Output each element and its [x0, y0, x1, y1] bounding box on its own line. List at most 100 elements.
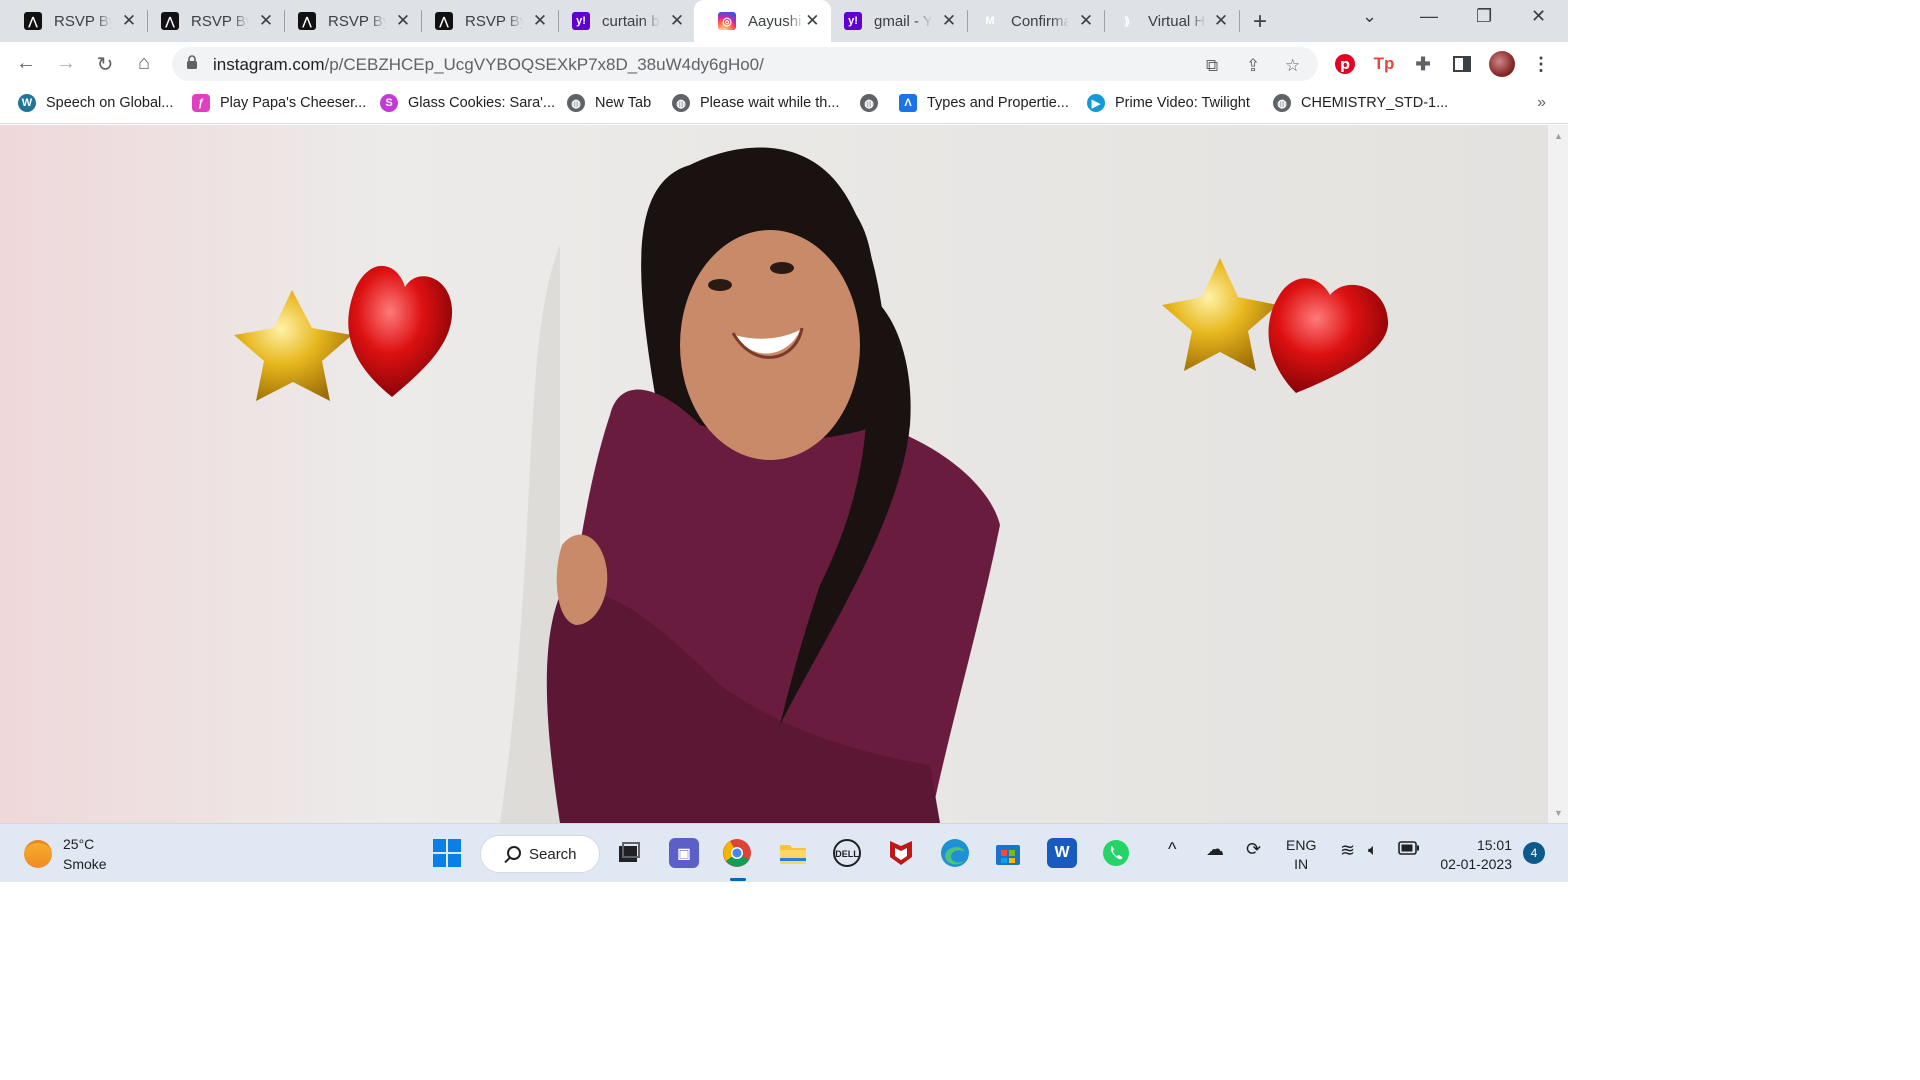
bookmark-new-tab[interactable]: ◍ New Tab: [567, 94, 651, 112]
notification-badge[interactable]: 4: [1523, 842, 1545, 864]
tab-rsvp-1[interactable]: ⋀ RSVP By ✕: [0, 0, 148, 42]
tab-search-chevron-icon[interactable]: ⌄: [1362, 6, 1377, 27]
new-tab-icon[interactable]: +: [1253, 8, 1267, 36]
bookmark-types[interactable]: Λ Types and Propertie...: [899, 94, 1069, 112]
tab-rsvp-4[interactable]: ⋀ RSVP By ✕: [411, 0, 559, 42]
sync-icon[interactable]: ⟳: [1246, 840, 1261, 859]
menu-kebab-icon[interactable]: ⋮: [1530, 53, 1552, 75]
bookmark-glass-cookies[interactable]: S Glass Cookies: Sara'...: [380, 94, 555, 112]
tp-extension-icon[interactable]: Tp: [1373, 53, 1395, 75]
taskbar-search[interactable]: Search: [480, 835, 600, 873]
back-arrow-icon[interactable]: ←: [14, 52, 38, 75]
close-icon[interactable]: ✕: [394, 11, 412, 31]
lock-icon[interactable]: [186, 55, 198, 69]
profile-avatar[interactable]: [1489, 51, 1515, 77]
wifi-icon[interactable]: ≋: [1340, 841, 1355, 860]
translate-icon[interactable]: ⧉: [1206, 56, 1218, 76]
tab-title: curtain b: [602, 12, 660, 30]
weather-desc: Smoke: [63, 856, 107, 872]
close-icon[interactable]: ✕: [940, 11, 958, 31]
a-icon: Λ: [899, 94, 917, 112]
instagram-post-photo[interactable]: [0, 125, 1548, 823]
reload-icon[interactable]: ↻: [93, 52, 117, 77]
teams-chat-icon[interactable]: ▣: [669, 838, 699, 868]
page-scrollbar[interactable]: ▲ ▼: [1548, 125, 1568, 823]
weather-widget[interactable]: 25°C Smoke: [24, 834, 107, 874]
tab-title: RSVP By: [465, 12, 523, 30]
bookmark-prime-video[interactable]: ▶ Prime Video: Twilight: [1087, 94, 1250, 112]
tab-confirmation[interactable]: M Confirma ✕: [957, 0, 1105, 42]
file-explorer-icon[interactable]: [778, 838, 808, 868]
globe-icon: ◍: [567, 94, 585, 112]
lang-code: ENG: [1286, 837, 1317, 853]
close-icon[interactable]: ✕: [804, 11, 821, 31]
bookmark-label: Play Papa's Cheeser...: [220, 95, 367, 111]
restore-icon[interactable]: ❐: [1476, 6, 1492, 27]
close-icon[interactable]: ✕: [668, 11, 686, 31]
tab-curtain[interactable]: y! curtain b ✕: [548, 0, 696, 42]
bookmark-please-wait[interactable]: ◍ Please wait while th...: [672, 94, 839, 112]
scroll-up-icon[interactable]: ▲: [1554, 131, 1563, 141]
tab-title: RSVP By: [54, 12, 112, 30]
svg-text:DELL: DELL: [835, 849, 859, 859]
forward-arrow-icon[interactable]: →: [54, 52, 78, 75]
dell-icon[interactable]: DELL: [832, 838, 862, 868]
clock[interactable]: 15:01 02-01-2023: [1436, 836, 1512, 874]
tab-rsvp-3[interactable]: ⋀ RSVP By ✕: [274, 0, 422, 42]
close-icon[interactable]: ✕: [1212, 11, 1230, 31]
mcafee-icon[interactable]: [886, 838, 916, 868]
region-code: IN: [1294, 856, 1309, 872]
window-close-icon[interactable]: ✕: [1531, 6, 1546, 27]
url-text[interactable]: instagram.com/p/CEBZHCEp_UcgVYBOQSEXkP7x…: [213, 55, 764, 75]
tab-aayushi[interactable]: ◎ Aayushi ✕: [694, 0, 831, 42]
language-indicator[interactable]: ENG IN: [1286, 836, 1316, 874]
bookmark-label: Prime Video: Twilight: [1115, 95, 1250, 111]
extensions-puzzle-icon[interactable]: ✚: [1412, 53, 1434, 75]
word-icon[interactable]: W: [1047, 838, 1077, 868]
volume-icon[interactable]: 🔈︎: [1368, 841, 1378, 860]
side-panel-icon[interactable]: [1451, 53, 1473, 75]
bookmark-label: Please wait while th...: [700, 95, 840, 111]
close-icon[interactable]: ✕: [120, 11, 138, 31]
pinterest-extension-icon[interactable]: p: [1334, 53, 1356, 75]
url-path: /p/CEBZHCEp_UcgVYBOQSEXkP7x8D_38uW4dy6gH…: [324, 55, 764, 74]
wordpress-icon: W: [18, 94, 36, 112]
windows-start-icon[interactable]: [432, 838, 462, 868]
minimize-icon[interactable]: —: [1420, 6, 1438, 27]
onedrive-cloud-icon[interactable]: ☁: [1206, 840, 1224, 859]
bookmark-papas[interactable]: ƒ Play Papa's Cheeser...: [192, 94, 366, 112]
yahoo-logo-icon: y!: [572, 12, 590, 30]
tab-virtual[interactable]: ⟫ Virtual H ✕: [1094, 0, 1240, 42]
chrome-icon[interactable]: [722, 838, 752, 868]
globe-icon: ◍: [1273, 94, 1291, 112]
bookmark-label: New Tab: [595, 95, 652, 111]
close-icon[interactable]: ✕: [1077, 11, 1095, 31]
bookmark-star-icon[interactable]: ☆: [1285, 56, 1300, 76]
task-view-icon[interactable]: [614, 838, 644, 868]
windows-taskbar: 25°C Smoke Search ▣ DELL W ^ ☁ ⟳ ENG IN ≋…: [0, 823, 1568, 882]
close-icon[interactable]: ✕: [531, 11, 549, 31]
whatsapp-icon[interactable]: [1101, 838, 1131, 868]
globe-icon: ◍: [860, 94, 878, 112]
bookmark-untitled[interactable]: ◍: [860, 94, 888, 112]
battery-icon[interactable]: [1398, 841, 1420, 860]
bookmark-label: Speech on Global...: [46, 95, 174, 111]
bookmarks-bar: W Speech on Global... ƒ Play Papa's Chee…: [0, 86, 1568, 124]
microsoft-store-icon[interactable]: [993, 838, 1023, 868]
edge-icon[interactable]: [940, 838, 970, 868]
show-hidden-icons-chevron-icon[interactable]: ^: [1168, 840, 1176, 859]
bookmark-speech[interactable]: W Speech on Global...: [18, 94, 173, 112]
rsvp-logo-icon: ⋀: [435, 12, 453, 30]
home-icon[interactable]: ⌂: [132, 52, 156, 75]
bookmark-chemistry[interactable]: ◍ CHEMISTRY_STD-1...: [1273, 94, 1448, 112]
globe-icon: ◍: [672, 94, 690, 112]
address-bar[interactable]: instagram.com/p/CEBZHCEp_UcgVYBOQSEXkP7x…: [172, 47, 1318, 81]
tab-title: gmail - Y: [874, 12, 932, 30]
tab-rsvp-2[interactable]: ⋀ RSVP By ✕: [137, 0, 285, 42]
instagram-logo-icon: ◎: [718, 12, 736, 30]
scroll-down-icon[interactable]: ▼: [1554, 808, 1563, 818]
bookmarks-overflow-icon[interactable]: »: [1537, 94, 1546, 112]
close-icon[interactable]: ✕: [257, 11, 275, 31]
share-icon[interactable]: ⇪: [1246, 56, 1260, 76]
tab-gmail-yahoo[interactable]: y! gmail - Y ✕: [820, 0, 968, 42]
